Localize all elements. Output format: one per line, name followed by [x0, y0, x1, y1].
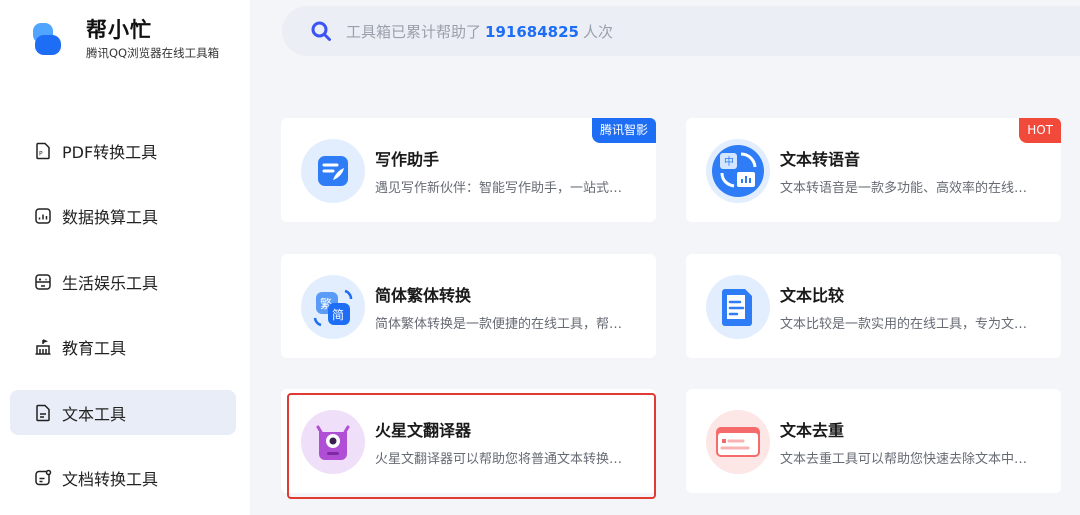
- pen-note-icon: [301, 139, 365, 203]
- brand-logo-icon: [33, 20, 61, 58]
- tool-card-text-compare[interactable]: 文本比较 文本比较是一款实用的在线工具，专为文本差异对比设计: [686, 254, 1061, 358]
- sidebar-item-label: 数据换算工具: [62, 208, 159, 227]
- gamepad-icon: [34, 273, 52, 291]
- brand-subtitle: 腾讯QQ浏览器在线工具箱: [86, 46, 220, 60]
- deduplicate-icon: [706, 410, 770, 474]
- sidebar-item-data[interactable]: 数据换算工具: [10, 194, 236, 239]
- sidebar-item-label: 教育工具: [62, 339, 127, 358]
- tool-card-martian-translator[interactable]: 火星文翻译器 火星文翻译器可以帮助您将普通文本转换为火星文: [281, 389, 656, 493]
- card-title: 简体繁体转换: [375, 286, 472, 305]
- sidebar-item-label: PDF转换工具: [62, 142, 158, 162]
- card-title: 文本转语音: [780, 150, 861, 169]
- card-title: 文本比较: [780, 286, 845, 305]
- card-desc: 火星文翻译器可以帮助您将普通文本转换为火星文: [375, 452, 631, 467]
- sidebar: 帮小忙 腾讯QQ浏览器在线工具箱 P PDF转换工具 数据换算工具 生活娱乐工具: [0, 0, 250, 515]
- help-count: 191684825: [485, 22, 579, 41]
- search-icon: [310, 20, 332, 42]
- svg-text:P: P: [39, 150, 43, 157]
- sidebar-item-education[interactable]: 教育工具: [10, 325, 236, 370]
- card-title: 写作助手: [375, 150, 440, 169]
- sidebar-item-text[interactable]: 文本工具: [10, 390, 236, 435]
- card-title: 文本去重: [780, 421, 845, 440]
- text-doc-icon: [34, 404, 52, 422]
- card-title: 火星文翻译器: [375, 421, 472, 440]
- traditional-simplified-icon: 繁简: [301, 275, 365, 339]
- monster-translator-icon: [301, 410, 365, 474]
- search-placeholder: 工具箱已累计帮助了 191684825 人次: [346, 22, 613, 41]
- tool-card-deduplicate[interactable]: 文本去重 文本去重工具可以帮助您快速去除文本中的重复内容: [686, 389, 1061, 493]
- card-desc: 文本比较是一款实用的在线工具，专为文本差异对比设计: [780, 317, 1036, 332]
- card-desc: 文本去重工具可以帮助您快速去除文本中的重复内容: [780, 452, 1036, 467]
- tencent-zhiying-badge: 腾讯智影: [591, 118, 656, 143]
- card-desc: 文本转语音是一款多功能、高效率的在线工具: [780, 181, 1036, 196]
- data-chart-icon: [34, 207, 52, 225]
- search-bar[interactable]: 工具箱已累计帮助了 191684825 人次: [282, 6, 1080, 56]
- pdf-icon: P: [34, 142, 52, 160]
- card-desc: 简体繁体转换是一款便捷的在线工具，帮助您快速转换: [375, 317, 631, 332]
- tool-card-writing[interactable]: 写作助手 遇见写作新伙伴：智能写作助手，一站式提升写作效率 腾讯智影: [281, 118, 656, 222]
- brand-name: 帮小忙: [86, 18, 152, 42]
- sidebar-item-label: 文本工具: [62, 404, 127, 424]
- svg-text:简: 简: [332, 308, 344, 322]
- sidebar-item-pdf[interactable]: P PDF转换工具: [10, 128, 236, 173]
- hot-badge: HOT: [1019, 118, 1061, 143]
- sidebar-item-doc-convert[interactable]: 文档转换工具: [10, 456, 236, 501]
- document-compare-icon: [706, 275, 770, 339]
- sidebar-nav: P PDF转换工具 数据换算工具 生活娱乐工具 教育工具 文本工具 文档转换工具: [10, 128, 236, 515]
- tool-card-tts[interactable]: 中 文本转语音 文本转语音是一款多功能、高效率的在线工具 HOT: [686, 118, 1061, 222]
- text-to-speech-icon: 中: [706, 139, 770, 203]
- school-icon: [34, 338, 52, 356]
- doc-convert-icon: [34, 469, 52, 487]
- brand[interactable]: 帮小忙 腾讯QQ浏览器在线工具箱: [33, 17, 219, 61]
- sidebar-item-life[interactable]: 生活娱乐工具: [10, 259, 236, 304]
- sidebar-item-label: 生活娱乐工具: [62, 273, 159, 293]
- sidebar-item-label: 文档转换工具: [62, 470, 159, 489]
- card-desc: 遇见写作新伙伴：智能写作助手，一站式提升写作效率: [375, 181, 631, 196]
- tool-card-simplified-traditional[interactable]: 繁简 简体繁体转换 简体繁体转换是一款便捷的在线工具，帮助您快速转换: [281, 254, 656, 358]
- svg-text:中: 中: [724, 155, 734, 168]
